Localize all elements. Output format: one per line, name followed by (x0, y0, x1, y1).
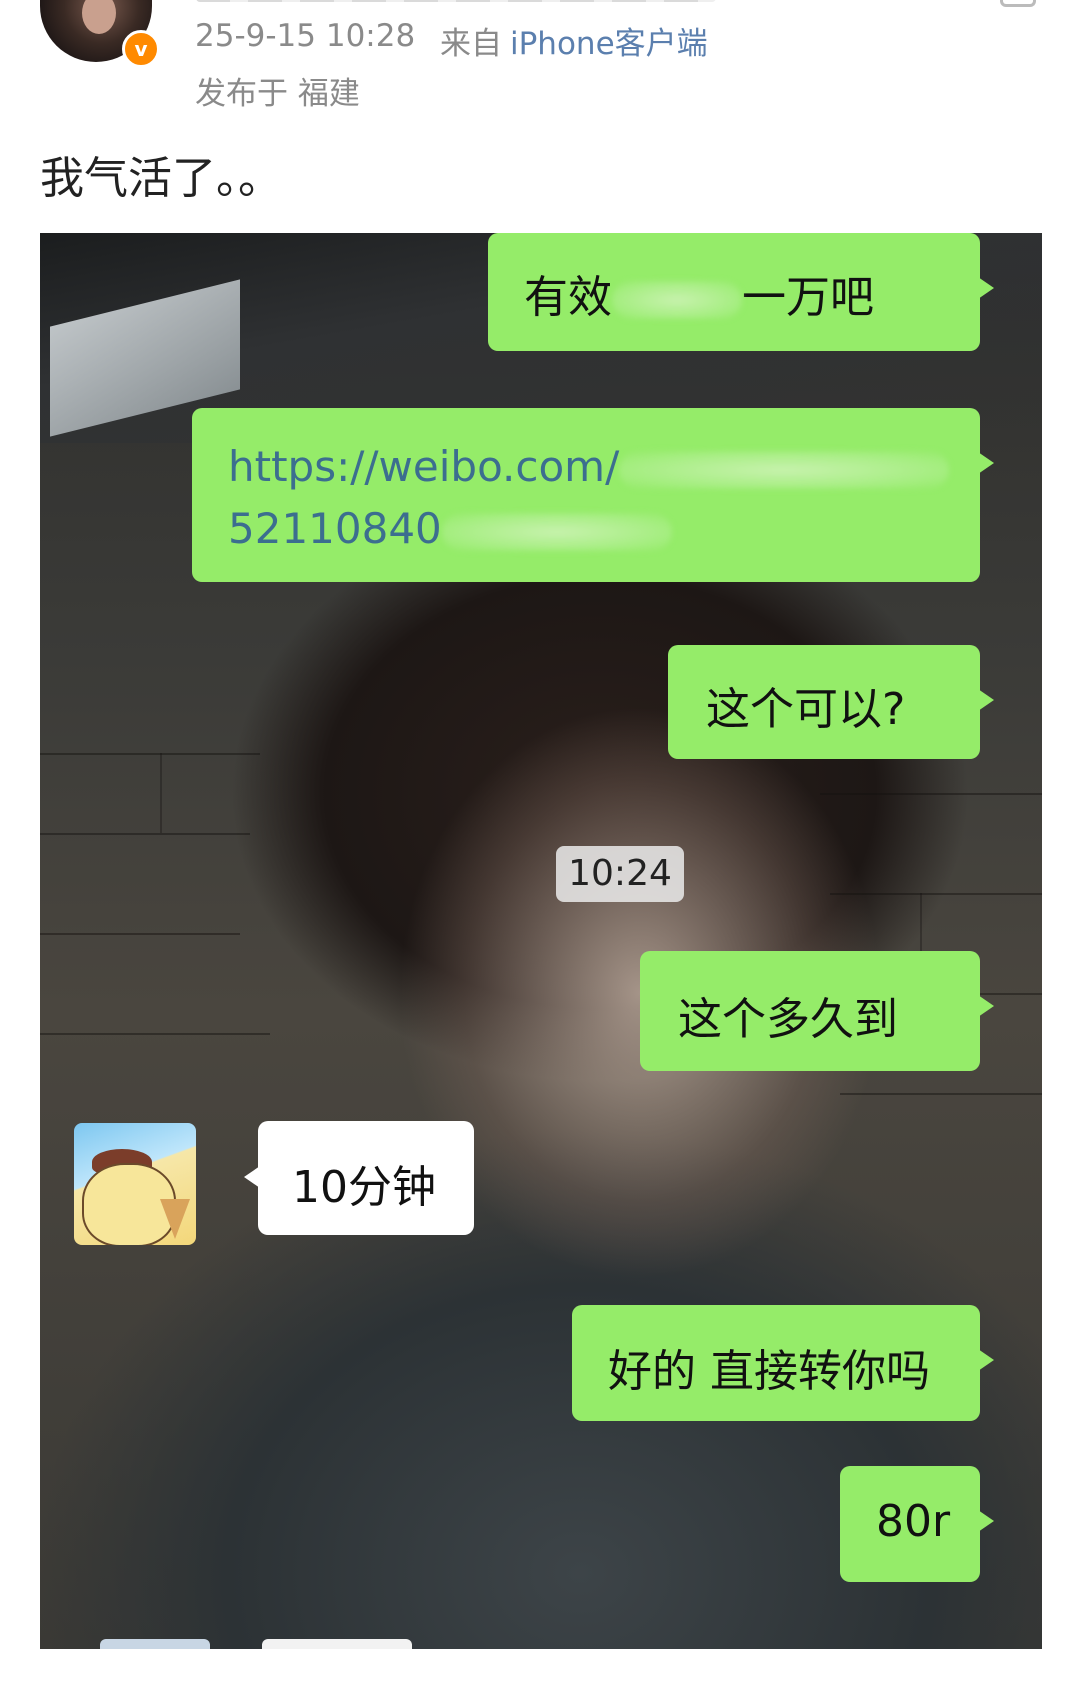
source-prefix: 来自 (440, 26, 502, 62)
link-line[interactable]: 52110840 (228, 498, 980, 560)
redaction-blur (619, 450, 950, 489)
sender-avatar[interactable] (74, 1123, 196, 1245)
more-options-icon[interactable] (1000, 0, 1036, 7)
brick-line (40, 933, 240, 935)
post-image[interactable]: 有效 一万吧 https://weibo.com/ 52110840 这个可以? … (40, 233, 1042, 1649)
chat-bubble-outgoing: 好的 直接转你吗 (572, 1305, 994, 1421)
chat-bubble-outgoing: 有效 一万吧 (488, 233, 994, 351)
message-text: 有效 (524, 272, 612, 323)
brick-line (820, 793, 1042, 795)
avatar-face (82, 0, 116, 34)
cropped-avatar-peek (100, 1639, 210, 1649)
brick-line (840, 1093, 1042, 1095)
chat-bubble-incoming: 10分钟 (244, 1121, 474, 1235)
cropped-bubble-peek (262, 1639, 412, 1649)
post-timestamp: 25-9-15 10:28 (195, 18, 416, 54)
post-location: 发布于 福建 (195, 76, 360, 112)
brick-line (40, 1033, 270, 1035)
brick-line (40, 833, 250, 835)
post-text: 我气活了。。 (40, 153, 282, 204)
chat-bubble-link[interactable]: https://weibo.com/ 52110840 (192, 408, 994, 582)
username-cropped[interactable] (196, 0, 716, 2)
redaction-blur (612, 281, 742, 319)
redaction-blur (441, 512, 672, 551)
link-text[interactable]: 52110840 (228, 504, 442, 553)
message-text: 一万吧 (742, 272, 874, 323)
chat-bubble-outgoing: 这个多久到 (640, 951, 994, 1071)
link-line[interactable]: https://weibo.com/ (228, 436, 980, 498)
link-text[interactable]: https://weibo.com/ (228, 442, 619, 491)
verified-badge-icon: v (122, 30, 160, 68)
brick-line (40, 753, 260, 755)
chat-bubble-outgoing: 这个可以? (668, 645, 994, 759)
brick-line (830, 893, 1042, 895)
chat-timestamp: 10:24 (556, 846, 684, 902)
brick-joint (160, 753, 162, 833)
chat-bubble-outgoing: 80r (840, 1466, 994, 1582)
post-source-link[interactable]: iPhone客户端 (510, 18, 708, 63)
